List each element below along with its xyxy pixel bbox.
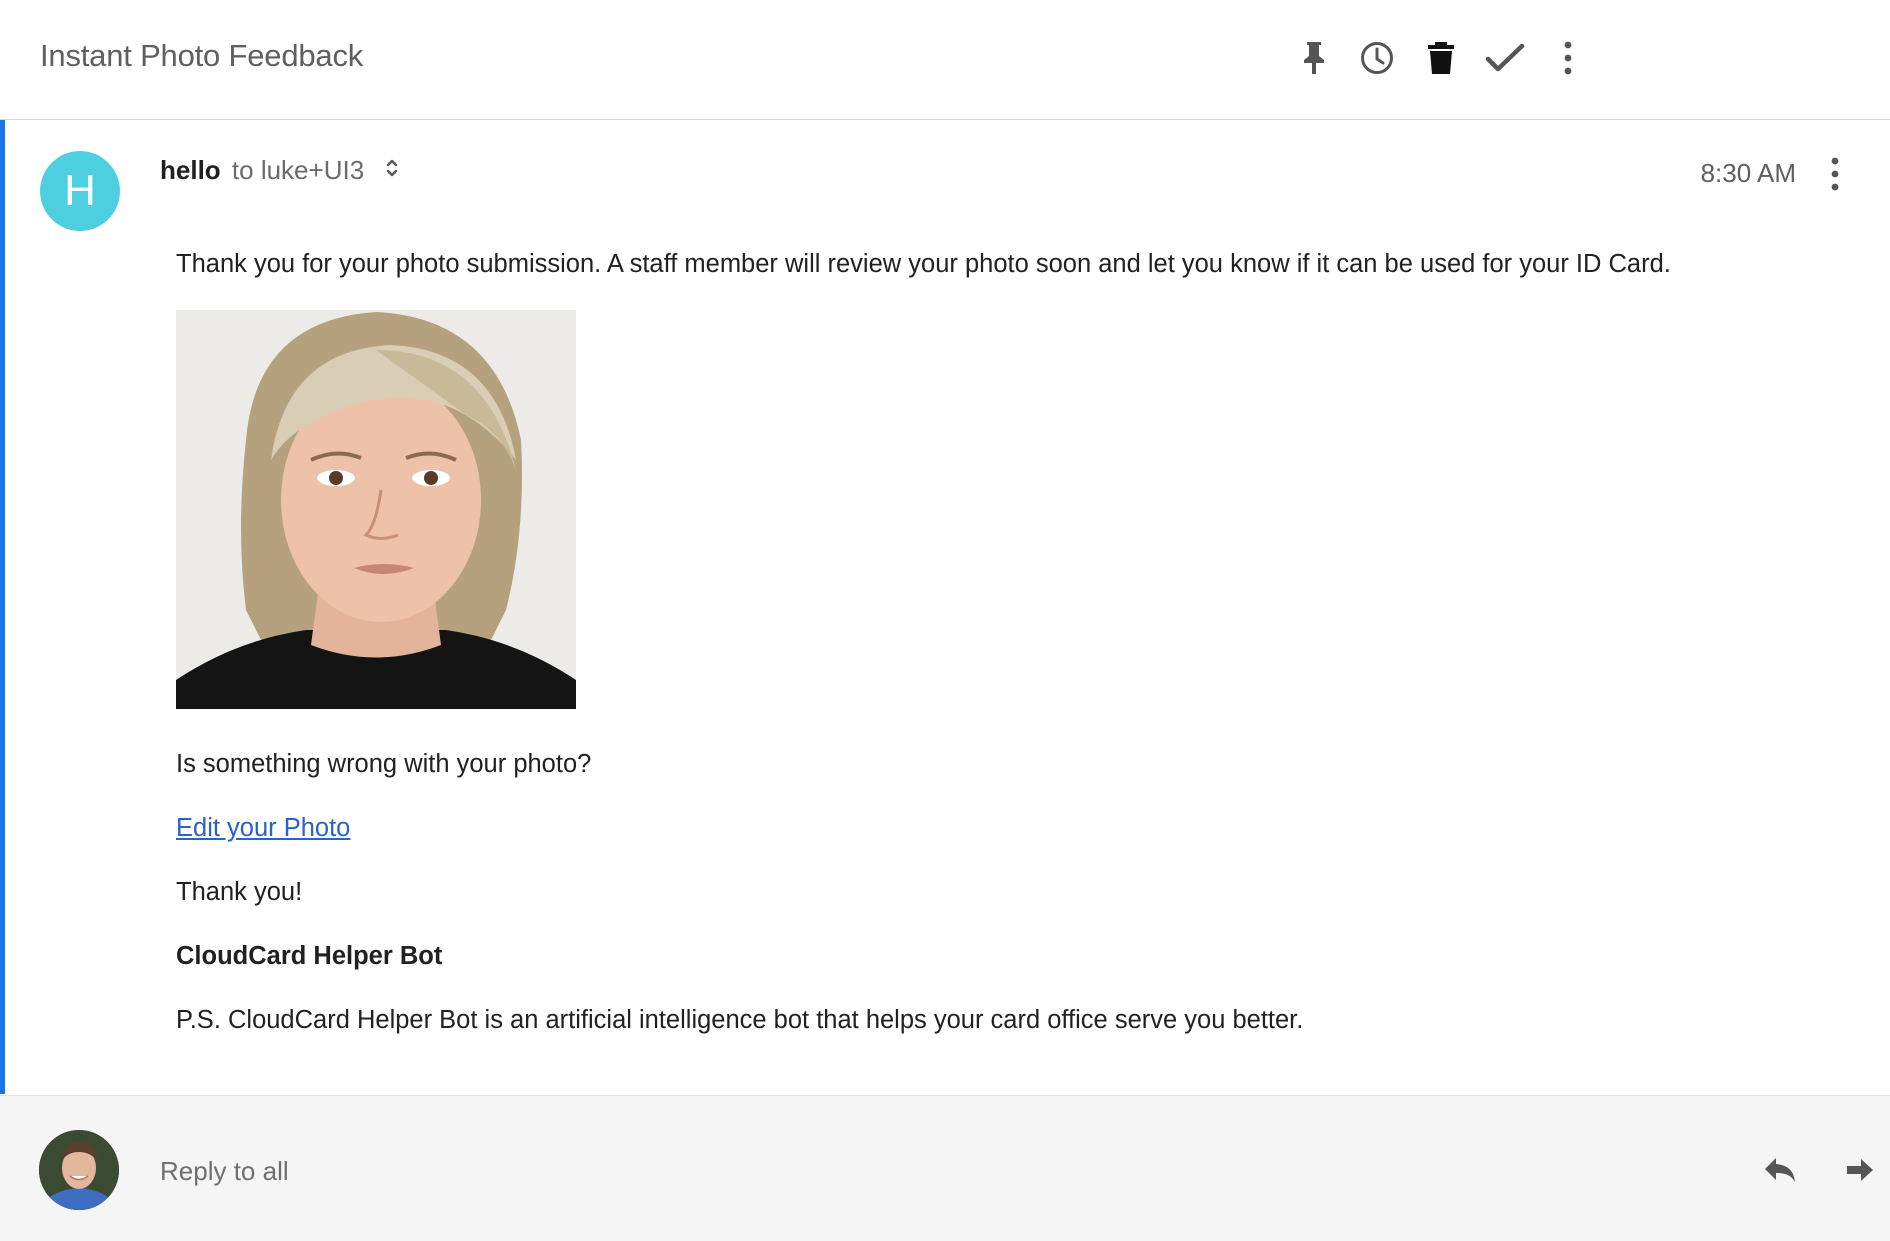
snooze-button[interactable] xyxy=(1353,34,1401,82)
intro-text: Thank you for your photo submission. A s… xyxy=(176,250,1671,278)
forward-button[interactable] xyxy=(1836,1146,1884,1194)
reply-button[interactable] xyxy=(1756,1146,1804,1194)
pin-button[interactable] xyxy=(1290,34,1338,82)
reply-bar xyxy=(0,1095,1890,1241)
message-time: 8:30 AM xyxy=(1700,158,1796,188)
unfold-icon xyxy=(387,159,398,176)
user-avatar[interactable] xyxy=(39,1130,119,1210)
photo-question: Is something wrong with your photo? xyxy=(176,750,592,778)
forward-icon xyxy=(1847,1159,1873,1181)
email-message: H hello to luke+UI3 8:30 AM Thank you fo… xyxy=(0,120,1890,1094)
expand-recipients-button[interactable] xyxy=(385,155,399,186)
done-check-icon xyxy=(1485,43,1525,72)
reply-input[interactable] xyxy=(158,1148,1662,1194)
portrait-illustration xyxy=(176,310,576,709)
delete-button[interactable] xyxy=(1417,34,1465,82)
recipient-text: to luke+UI3 xyxy=(231,155,365,185)
sender-avatar[interactable]: H xyxy=(40,151,120,231)
thread-more-button[interactable] xyxy=(1544,34,1592,82)
submitted-photo xyxy=(176,310,576,709)
thread-header: Instant Photo Feedback xyxy=(0,0,1890,120)
sender-line: hello to luke+UI3 xyxy=(160,155,399,186)
signature-name: CloudCard Helper Bot xyxy=(176,942,443,970)
more-vertical-icon xyxy=(1831,157,1839,191)
thanks-text: Thank you! xyxy=(176,878,303,906)
thread-subject: Instant Photo Feedback xyxy=(40,38,364,73)
snooze-clock-icon xyxy=(1361,42,1393,74)
sender-name[interactable]: hello xyxy=(160,155,221,185)
edit-photo-link[interactable]: Edit your Photo xyxy=(176,814,350,843)
user-avatar-illustration xyxy=(39,1130,119,1210)
message-more-button[interactable] xyxy=(1811,150,1859,198)
postscript-text: P.S. CloudCard Helper Bot is an artifici… xyxy=(176,1006,1304,1034)
trash-icon xyxy=(1428,42,1454,74)
mark-done-button[interactable] xyxy=(1481,34,1529,82)
more-vertical-icon xyxy=(1564,41,1572,75)
pin-icon xyxy=(1304,42,1324,74)
reply-icon xyxy=(1765,1158,1795,1182)
